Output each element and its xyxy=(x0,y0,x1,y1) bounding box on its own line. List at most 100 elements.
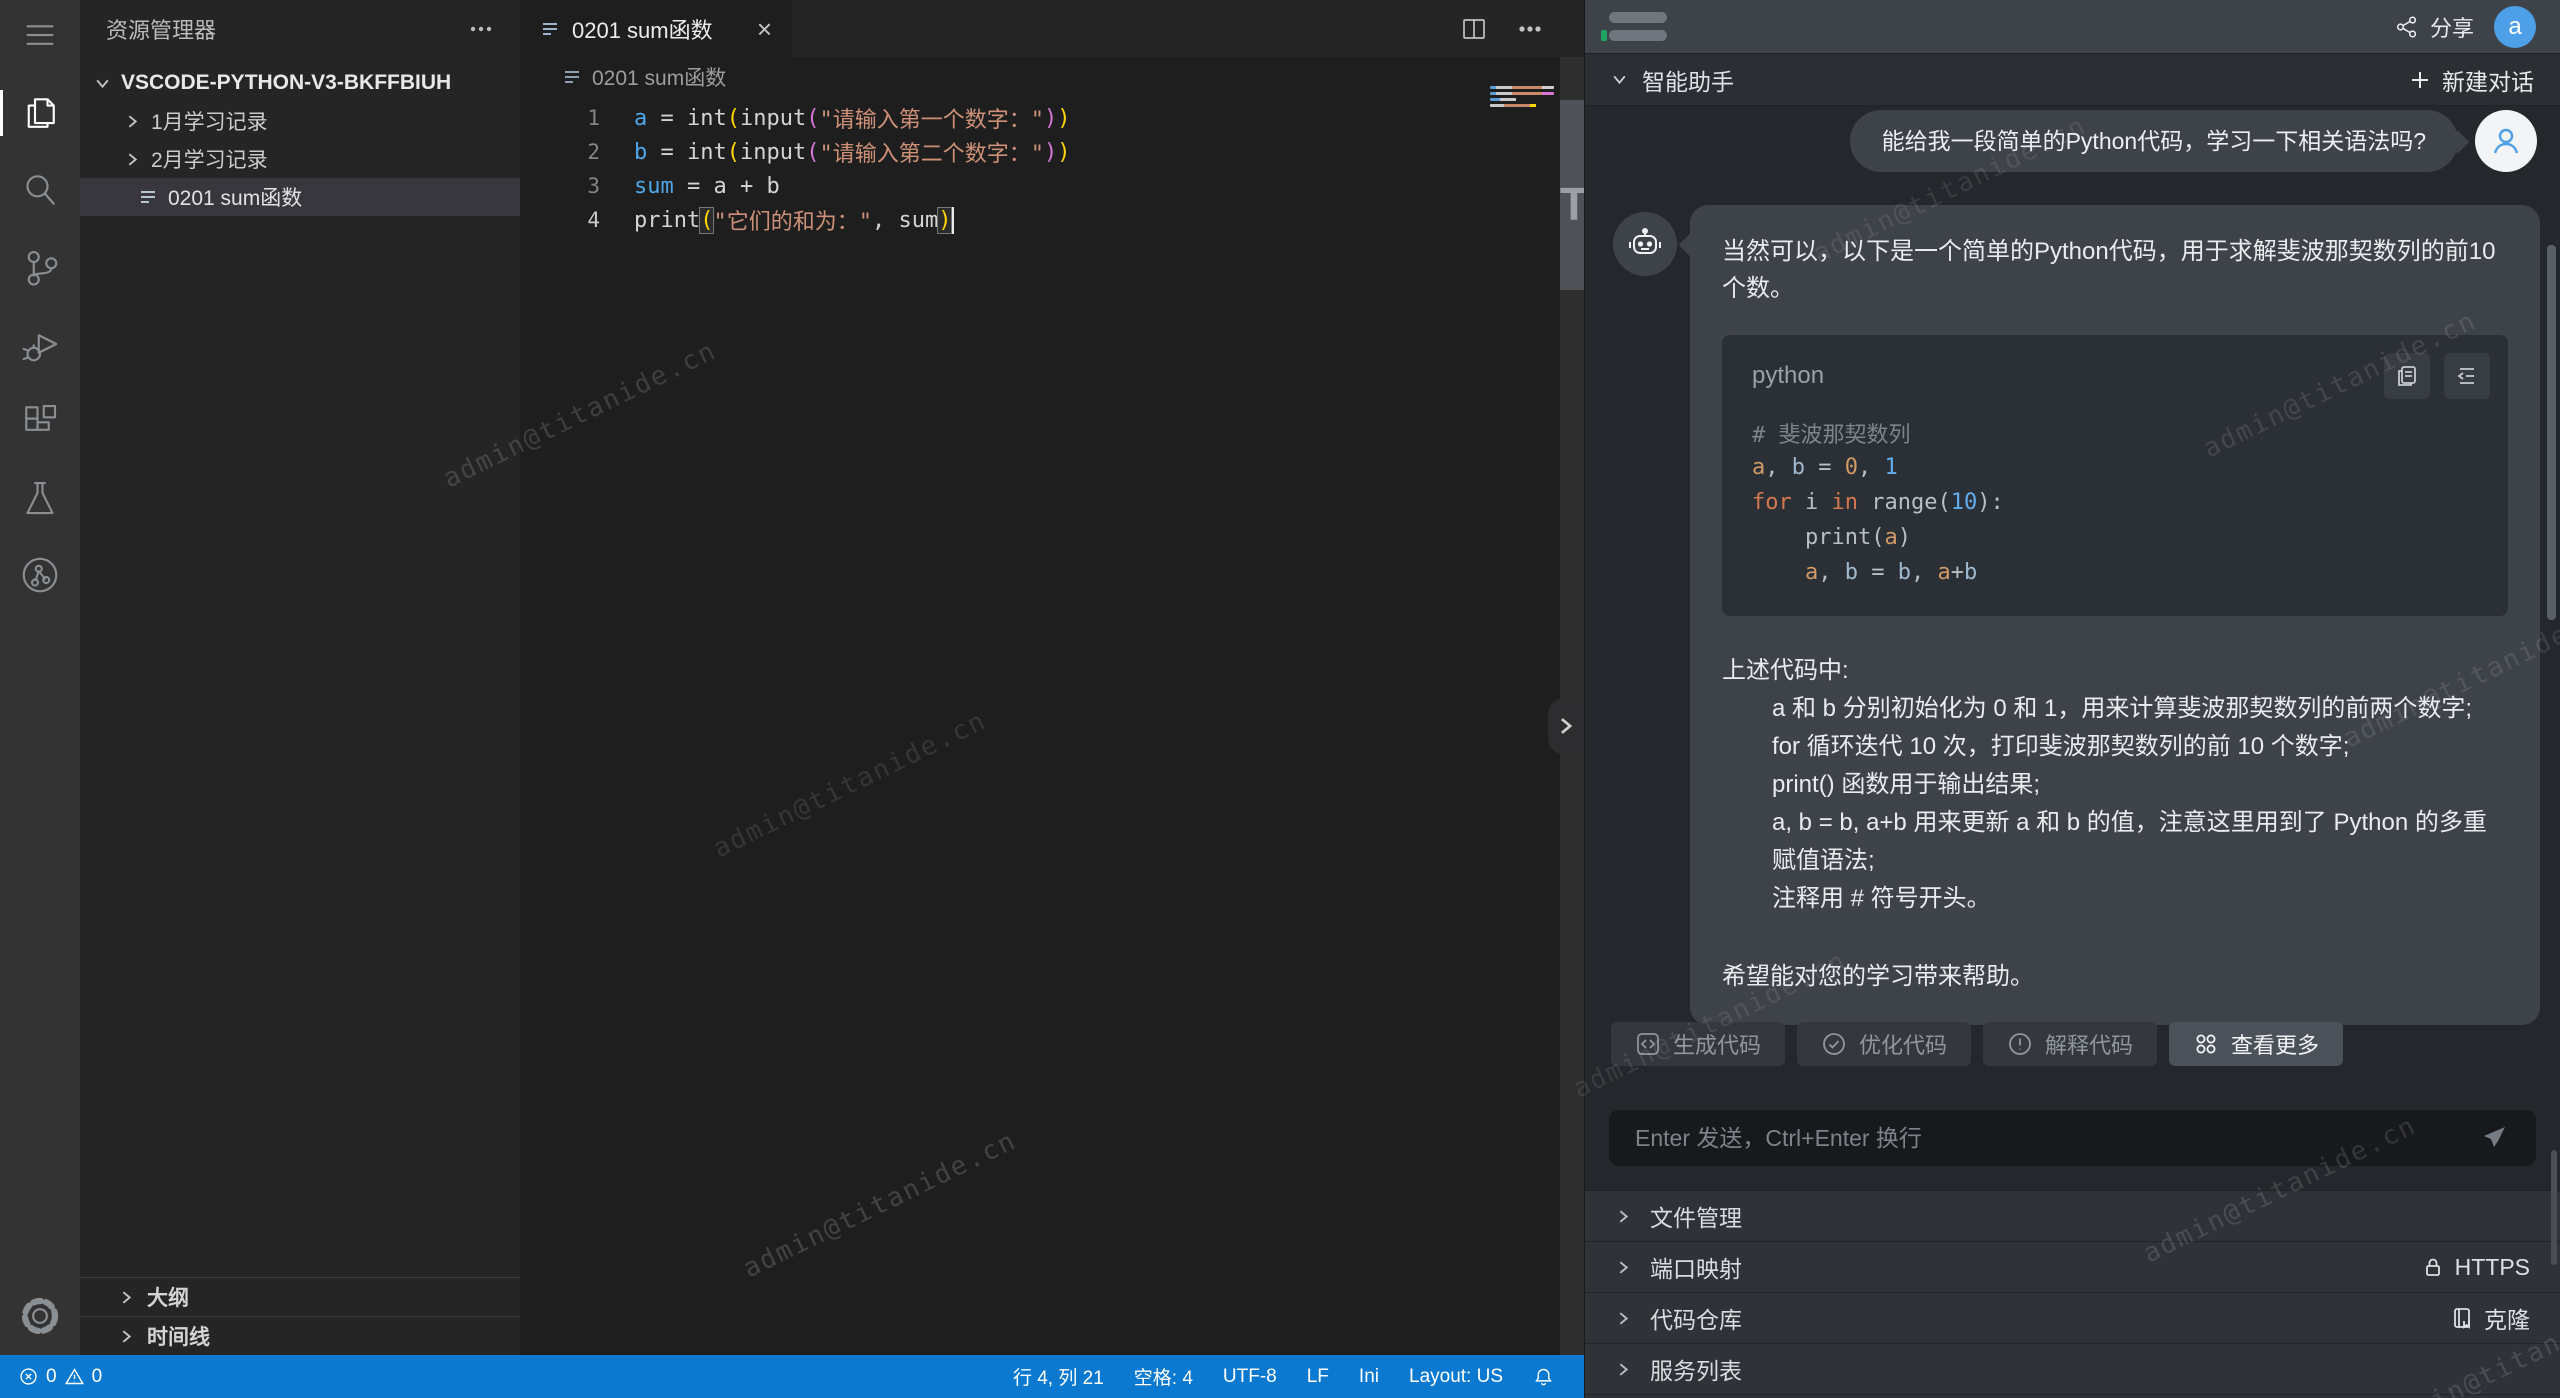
more-actions-icon[interactable] xyxy=(468,16,494,42)
source-control-icon[interactable] xyxy=(0,242,80,292)
share-icon xyxy=(2394,14,2420,40)
new-chat-button[interactable]: 新建对话 xyxy=(2408,63,2534,97)
chevron-right-icon xyxy=(1615,1208,1632,1225)
keyboard-layout[interactable]: Layout: US xyxy=(1409,1366,1503,1388)
breadcrumb-label: 0201 sum函数 xyxy=(592,62,726,92)
copy-code-button[interactable] xyxy=(2384,353,2430,399)
search-icon[interactable] xyxy=(0,165,80,215)
section-code-repo[interactable]: 代码仓库 克隆 xyxy=(1585,1293,2560,1344)
code-token: ) xyxy=(1057,140,1070,165)
code-token: = xyxy=(647,140,687,165)
tree-folder[interactable]: 1月学习记录 xyxy=(80,102,520,140)
menu-icon[interactable] xyxy=(0,10,80,60)
extensions-icon[interactable] xyxy=(0,396,80,446)
assistant-header[interactable]: 智能助手 新建对话 xyxy=(1585,54,2560,106)
remote-icon[interactable] xyxy=(0,550,80,600)
code-line: a, b = 0, 1 xyxy=(1752,450,2508,485)
minimap[interactable] xyxy=(1490,86,1554,107)
chat-input[interactable] xyxy=(1635,1125,2480,1152)
close-icon[interactable]: × xyxy=(757,16,772,42)
timeline-section[interactable]: 时间线 xyxy=(80,1316,520,1355)
code-token: "请输入第二个数字：" xyxy=(819,136,1044,168)
section-port-mapping[interactable]: 端口映射 HTTPS xyxy=(1585,1242,2560,1293)
tree-root-folder[interactable]: VSCODE-PYTHON-V3-BKFFBIUH xyxy=(80,64,520,102)
panel-menu-icon[interactable] xyxy=(1609,12,1667,41)
chevron-right-icon xyxy=(118,1289,135,1306)
eol-sequence[interactable]: LF xyxy=(1307,1366,1329,1388)
editor-tab[interactable]: 0201 sum函数 × xyxy=(520,0,792,57)
code-token: print xyxy=(634,208,700,233)
problems-indicator[interactable]: 0 0 xyxy=(18,1366,102,1388)
tab-label: 0201 sum函数 xyxy=(572,13,713,45)
panel-expand-button[interactable] xyxy=(1548,698,1584,754)
code-line: print(a) xyxy=(1752,520,2508,555)
run-debug-icon[interactable] xyxy=(0,319,80,369)
outline-section[interactable]: 大纲 xyxy=(80,1277,520,1316)
action-label: 克隆 xyxy=(2484,1301,2530,1335)
file-label: 0201 sum函数 xyxy=(168,182,302,212)
code-block-actions xyxy=(2384,353,2490,399)
code-token: int xyxy=(687,106,727,131)
generate-code-button[interactable]: 生成代码 xyxy=(1611,1022,1785,1066)
sidebar-bottom-sections: 大纲 时间线 xyxy=(80,1277,520,1355)
code-token: ) xyxy=(1898,525,1911,550)
code-token: b xyxy=(1964,560,1977,585)
panel-scrollbar-thumb[interactable] xyxy=(2551,1150,2557,1265)
chat-scrollbar-thumb[interactable] xyxy=(2547,245,2556,620)
user-account-avatar[interactable]: a xyxy=(2494,6,2536,48)
split-editor-icon[interactable] xyxy=(1460,15,1488,43)
code-token: "请输入第一个数字：" xyxy=(819,102,1044,134)
code-token: # 斐波那契数列 xyxy=(1752,417,1911,449)
view-more-button[interactable]: 查看更多 xyxy=(2169,1022,2343,1066)
file-icon xyxy=(540,19,560,39)
explanation-item: a 和 b 分别初始化为 0 和 1，用来计算斐波那契数列的前两个数字; xyxy=(1722,690,2508,728)
explanation-item: a, b = b, a+b 用来更新 a 和 b 的值，注意这里用到了 Pyth… xyxy=(1722,804,2508,880)
code-token: sum xyxy=(634,174,674,199)
share-button[interactable]: 分享 xyxy=(2394,11,2474,43)
code-token: , sum xyxy=(872,208,938,233)
breadcrumb[interactable]: 0201 sum函数 xyxy=(520,57,1584,97)
chevron-right-icon xyxy=(118,1328,135,1345)
code-token: , xyxy=(1818,560,1845,585)
code-token: ) xyxy=(1057,106,1070,131)
explain-code-button[interactable]: 解释代码 xyxy=(1983,1022,2157,1066)
encoding[interactable]: UTF-8 xyxy=(1223,1366,1277,1388)
logo-bar xyxy=(1609,12,1667,23)
errors-icon xyxy=(18,1366,39,1387)
button-label: 查看更多 xyxy=(2231,1028,2319,1060)
section-label: 端口映射 xyxy=(1650,1250,1742,1284)
section-service-list[interactable]: 服务列表 xyxy=(1585,1344,2560,1395)
code-token: a xyxy=(1805,560,1818,585)
root-folder-label: VSCODE-PYTHON-V3-BKFFBIUH xyxy=(121,71,451,95)
code-token: i xyxy=(1792,490,1832,515)
code-line: 3sum = a + b xyxy=(520,169,1584,203)
code-area[interactable]: 1a = int(input("请输入第一个数字："))2b = int(inp… xyxy=(520,101,1584,237)
explorer-icon[interactable] xyxy=(0,88,80,138)
send-icon[interactable] xyxy=(2480,1123,2510,1153)
insert-code-button[interactable] xyxy=(2444,353,2490,399)
code-token: ( xyxy=(806,140,819,165)
outline-label: 大纲 xyxy=(147,1282,189,1312)
section-file-management[interactable]: 文件管理 xyxy=(1585,1191,2560,1242)
language-mode[interactable]: Ini xyxy=(1359,1366,1379,1388)
optimize-code-button[interactable]: 优化代码 xyxy=(1797,1022,1971,1066)
bell-icon[interactable] xyxy=(1533,1366,1554,1387)
cursor-position[interactable]: 行 4, 列 21 xyxy=(1013,1363,1104,1390)
clone-action[interactable]: 克隆 xyxy=(2450,1301,2530,1335)
https-action[interactable]: HTTPS xyxy=(2421,1254,2530,1281)
file-tree: VSCODE-PYTHON-V3-BKFFBIUH 1月学习记录 2月学习记录 … xyxy=(80,64,520,216)
tree-file-selected[interactable]: 0201 sum函数 xyxy=(80,178,520,216)
more-actions-icon[interactable] xyxy=(1516,15,1544,43)
code-token: + xyxy=(1951,560,1964,585)
indentation[interactable]: 空格: 4 xyxy=(1134,1363,1193,1390)
tree-folder[interactable]: 2月学习记录 xyxy=(80,140,520,178)
code-token: b xyxy=(1845,560,1858,585)
assistant-avatar xyxy=(1613,212,1677,276)
logo-bar xyxy=(1609,30,1667,41)
folder-label: 2月学习记录 xyxy=(151,144,268,174)
settings-icon[interactable] xyxy=(0,1291,80,1341)
testing-icon[interactable] xyxy=(0,473,80,523)
code-token: a xyxy=(1752,455,1765,480)
file-icon xyxy=(562,67,582,87)
warnings-icon xyxy=(64,1366,85,1387)
